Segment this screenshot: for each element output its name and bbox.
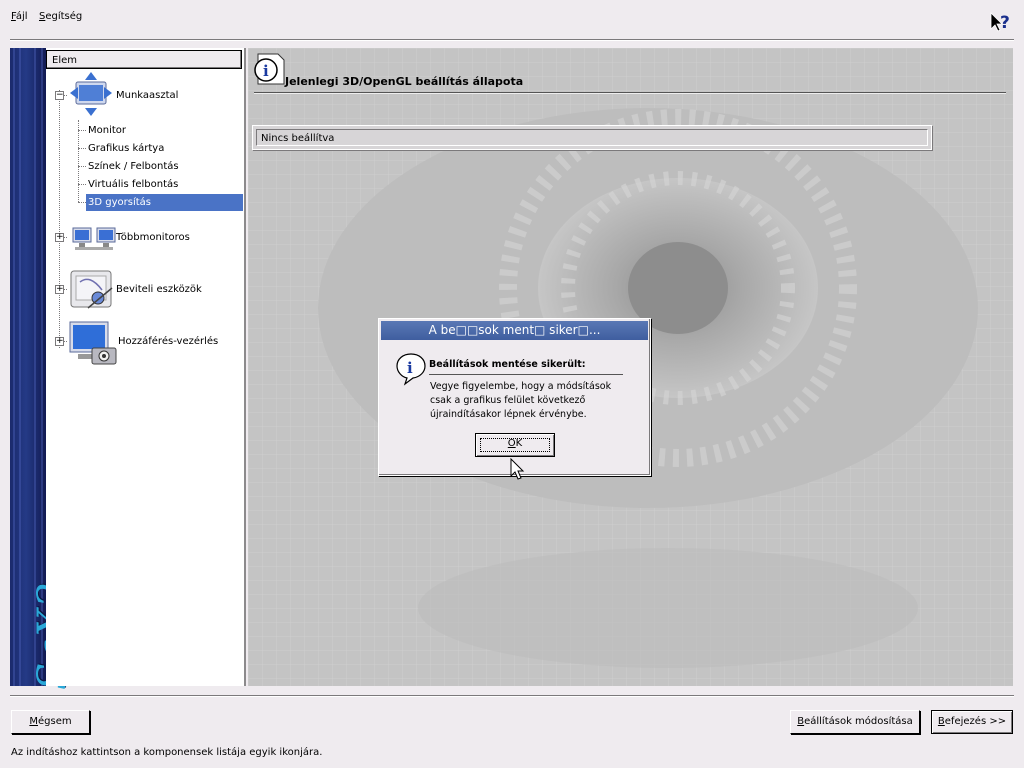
svg-text:i: i: [263, 62, 269, 80]
modify-label: eállítások módosítása: [804, 716, 913, 727]
mouse-pointer-icon: [510, 457, 526, 482]
status-box: Nincs beállítva: [252, 125, 932, 150]
expander-hozzaferes-vezerles[interactable]: +: [55, 337, 64, 346]
cancel-accel: M: [29, 716, 39, 727]
dialog-message-line: csak a grafikus felület következő: [430, 395, 586, 406]
access-control-icon: [68, 320, 118, 366]
expander-tobbmonitoros[interactable]: +: [55, 233, 64, 242]
desktop-arrows-icon: [68, 70, 114, 118]
tree-item-hozzaferes-vezerles[interactable]: Hozzáférés-vezérlés: [118, 336, 218, 347]
svg-text:?: ?: [1000, 13, 1010, 33]
tree-item-monitor[interactable]: Monitor: [88, 125, 126, 136]
modify-settings-button[interactable]: Beállítások módosítása: [790, 710, 920, 734]
menu-file-label: ájl: [15, 11, 28, 22]
menu-help-label: egítség: [45, 11, 83, 22]
dialog-message-line: Vegye figyelembe, hogy a módsítások: [430, 381, 612, 392]
page-title: Jelenlegi 3D/OpenGL beállítás állapota: [285, 75, 524, 88]
expander-beviteli-eszkozok[interactable]: +: [55, 285, 64, 294]
tree-item-3d-gyorsitas[interactable]: 3D gyorsítás: [86, 194, 243, 211]
ok-button[interactable]: OK: [475, 433, 555, 457]
menubar: Fájl Segítség ?: [0, 6, 1024, 33]
tree-item-beviteli-eszkozok[interactable]: Beviteli eszközök: [116, 284, 202, 295]
ok-label: K: [515, 438, 523, 449]
tree-item-munkaasztal[interactable]: Munkaasztal: [116, 90, 178, 101]
bottom-separator: [10, 695, 1014, 697]
whats-this-icon[interactable]: ?: [988, 10, 1012, 34]
cancel-label: égsem: [38, 716, 72, 727]
info-icon: i: [395, 352, 427, 386]
svg-text:i: i: [407, 359, 413, 377]
menubar-separator: [10, 39, 1014, 41]
menu-help[interactable]: Segítség: [39, 11, 82, 22]
finish-accel: B: [937, 716, 945, 727]
tree-item-grafikus-kartya[interactable]: Grafikus kártya: [88, 143, 164, 154]
status-text: Nincs beállítva: [256, 129, 928, 146]
cancel-button[interactable]: Mégsem: [11, 710, 90, 734]
status-bar-text: Az indításhoz kattintson a komponensek l…: [11, 747, 323, 758]
dialog-message-line: újraindításakor lépnek érvénybe.: [430, 409, 587, 420]
menu-file[interactable]: Fájl: [11, 11, 28, 22]
tree-item-szinek-felbontas[interactable]: Színek / Felbontás: [88, 161, 179, 172]
input-devices-icon: [68, 268, 116, 312]
dialog-separator: [429, 374, 623, 375]
title-separator: [254, 92, 1006, 94]
expander-munkaasztal[interactable]: −: [55, 91, 64, 100]
tree-column-header[interactable]: Elem: [46, 50, 242, 69]
dialog-title[interactable]: A be□□sok ment□ siker□...: [381, 321, 648, 340]
save-success-dialog: A be□□sok ment□ siker□... i Beállítások …: [378, 318, 651, 476]
ok-accel: O: [507, 438, 516, 449]
dialog-message: Vegye figyelembe, hogy a módsítások csak…: [430, 380, 630, 422]
tree-item-tobbmonitoros[interactable]: Többmonitoros: [116, 232, 190, 243]
dialog-heading: Beállítások mentése sikerült:: [429, 359, 586, 370]
finish-button[interactable]: Befejezés >>: [931, 710, 1013, 734]
multihead-icon: [72, 226, 116, 252]
tree-item-virtualis-felbontas[interactable]: Virtuális felbontás: [88, 179, 178, 190]
info-icon: i: [252, 52, 286, 86]
finish-label: efejezés >>: [944, 716, 1007, 727]
component-tree: Elem − Munkaasztal Monitor Grafikus kárt…: [46, 48, 246, 686]
